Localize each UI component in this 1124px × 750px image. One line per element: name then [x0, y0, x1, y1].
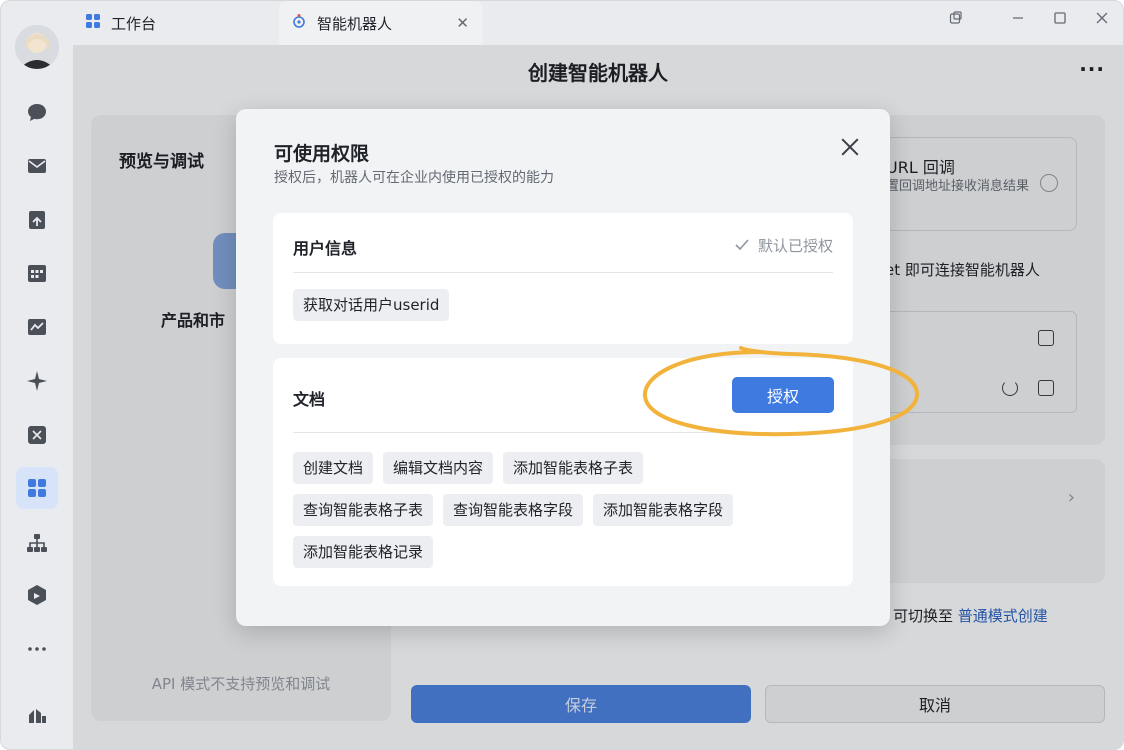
permission-chip: 创建文档	[293, 452, 374, 484]
highlight-ring	[642, 346, 919, 437]
divider	[293, 272, 833, 273]
robot-icon	[291, 13, 307, 33]
permission-chip: 添加智能表格记录	[293, 536, 434, 568]
section-title: 文档	[293, 390, 326, 409]
permission-chips: 获取对话用户userid	[293, 289, 833, 321]
sparkle-icon[interactable]	[23, 367, 51, 395]
maximize-icon[interactable]	[1049, 7, 1071, 29]
modal-title: 可使用权限	[274, 143, 370, 165]
sidebar	[1, 1, 73, 749]
tab-workbench[interactable]: 工作台	[85, 1, 275, 45]
permission-section-user-info: 用户信息 默认已授权 获取对话用户userid	[273, 213, 853, 344]
section-title: 用户信息	[293, 239, 358, 258]
mail-icon[interactable]	[23, 152, 51, 180]
calendar-icon[interactable]	[23, 259, 51, 287]
tab-label: 智能机器人	[317, 14, 393, 33]
status-label: 默认已授权	[757, 237, 833, 255]
permission-chip: 查询智能表格子表	[293, 494, 434, 526]
avatar[interactable]	[15, 25, 59, 69]
grid-icon	[85, 13, 101, 33]
cube-icon[interactable]	[23, 581, 51, 609]
docs-icon[interactable]	[23, 206, 51, 234]
app-window: 工作台 智能机器人 ✕ 创建智能机器人 ··· 预览与调试 产品和市 API 模…	[0, 0, 1124, 750]
workspace-icon[interactable]	[23, 421, 51, 449]
pin-window-icon[interactable]	[945, 7, 967, 29]
apps-grid-icon[interactable]	[16, 467, 58, 509]
permission-chip: 添加智能表格字段	[593, 494, 734, 526]
stats-icon[interactable]	[23, 701, 51, 729]
permission-chip: 获取对话用户userid	[293, 289, 450, 321]
close-icon[interactable]	[838, 135, 862, 159]
authorized-status: 默认已授权	[735, 235, 833, 256]
more-apps-icon[interactable]	[23, 635, 51, 663]
tab-smart-robot[interactable]: 智能机器人 ✕	[279, 1, 483, 45]
tab-label: 工作台	[111, 14, 157, 33]
tab-close-icon[interactable]: ✕	[456, 14, 469, 32]
permission-chip: 查询智能表格字段	[443, 494, 584, 526]
check-icon	[735, 237, 754, 255]
permission-chip: 编辑文档内容	[383, 452, 494, 484]
window-close-icon[interactable]	[1091, 7, 1113, 29]
meeting-icon[interactable]	[23, 313, 51, 341]
permissions-modal: 可使用权限 授权后，机器人可在企业内使用已授权的能力 用户信息 默认已授权 获取…	[236, 109, 919, 626]
org-chart-icon[interactable]	[23, 529, 51, 557]
permission-chip: 添加智能表格子表	[503, 452, 644, 484]
chat-icon[interactable]	[23, 99, 51, 127]
minimize-icon[interactable]	[1007, 7, 1029, 29]
modal-subtitle: 授权后，机器人可在企业内使用已授权的能力	[274, 170, 554, 186]
permission-chips: 创建文档 编辑文档内容 添加智能表格子表 查询智能表格子表 查询智能表格字段 添…	[293, 452, 793, 568]
tab-bar: 工作台 智能机器人 ✕	[73, 1, 1123, 45]
